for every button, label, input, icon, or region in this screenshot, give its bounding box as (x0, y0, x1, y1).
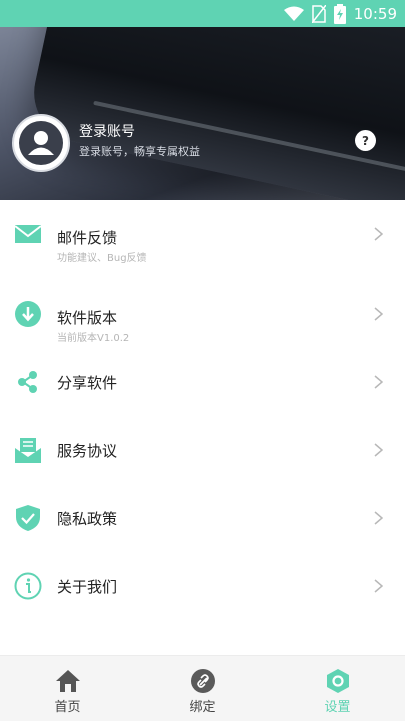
status-bar: 10:59 (0, 0, 405, 27)
tab-label: 设置 (324, 700, 351, 715)
bottom-tab-bar: 首页 绑定 设置 (0, 655, 405, 721)
menu-item-label: 隐私政策 (57, 510, 118, 528)
avatar[interactable] (12, 114, 70, 172)
chevron-right-icon (374, 307, 383, 321)
account-header[interactable]: 登录账号 登录账号，畅享专属权益 ? (0, 27, 405, 200)
menu-item-label: 分享软件 (57, 374, 118, 392)
home-icon (56, 670, 80, 692)
menu-item-share[interactable]: 分享软件 (0, 348, 405, 416)
link-icon (191, 669, 215, 693)
status-icons: 10:59 (283, 4, 397, 24)
menu-item-label: 服务协议 (57, 442, 118, 460)
chevron-right-icon (374, 579, 383, 593)
info-icon (14, 572, 42, 600)
mail-icon (14, 225, 42, 243)
download-icon (15, 301, 41, 327)
settings-icon (327, 669, 349, 693)
chevron-right-icon (374, 511, 383, 525)
wifi-icon (283, 6, 304, 21)
user-avatar-icon (19, 121, 63, 165)
menu-item-mail-feedback[interactable]: 邮件反馈 功能建议、Bug反馈 (0, 200, 405, 268)
header-background-image (24, 27, 405, 200)
shield-icon (16, 505, 40, 531)
tab-bind[interactable]: 绑定 (135, 656, 270, 721)
tab-settings[interactable]: 设置 (270, 656, 405, 721)
menu-item-sub: 功能建议、Bug反馈 (57, 253, 147, 264)
menu-item-label: 关于我们 (57, 578, 118, 596)
help-button[interactable]: ? (355, 130, 376, 151)
status-time: 10:59 (353, 5, 397, 23)
chevron-right-icon (374, 443, 383, 457)
login-title[interactable]: 登录账号 (79, 121, 135, 141)
menu-item-about-us[interactable]: 关于我们 (0, 552, 405, 620)
menu-item-sub: 当前版本V1.0.2 (57, 333, 130, 344)
menu-item-label: 软件版本 (57, 309, 118, 327)
no-sim-icon (311, 5, 326, 23)
login-subtitle: 登录账号，畅享专属权益 (79, 145, 200, 158)
menu-item-service-agreement[interactable]: 服务协议 (0, 416, 405, 484)
menu-item-privacy-policy[interactable]: 隐私政策 (0, 484, 405, 552)
chevron-right-icon (374, 227, 383, 241)
chevron-right-icon (374, 375, 383, 389)
menu-item-label: 邮件反馈 (57, 229, 118, 247)
share-icon (18, 371, 37, 393)
tab-home[interactable]: 首页 (0, 656, 135, 721)
document-icon (15, 438, 41, 463)
tab-label: 绑定 (189, 700, 216, 715)
battery-charging-icon (333, 4, 346, 24)
menu-item-version[interactable]: 软件版本 当前版本V1.0.2 (0, 280, 405, 348)
settings-menu: 邮件反馈 功能建议、Bug反馈 软件版本 当前版本V1.0.2 分享软件 服务协… (0, 200, 405, 620)
tab-label: 首页 (54, 700, 81, 715)
